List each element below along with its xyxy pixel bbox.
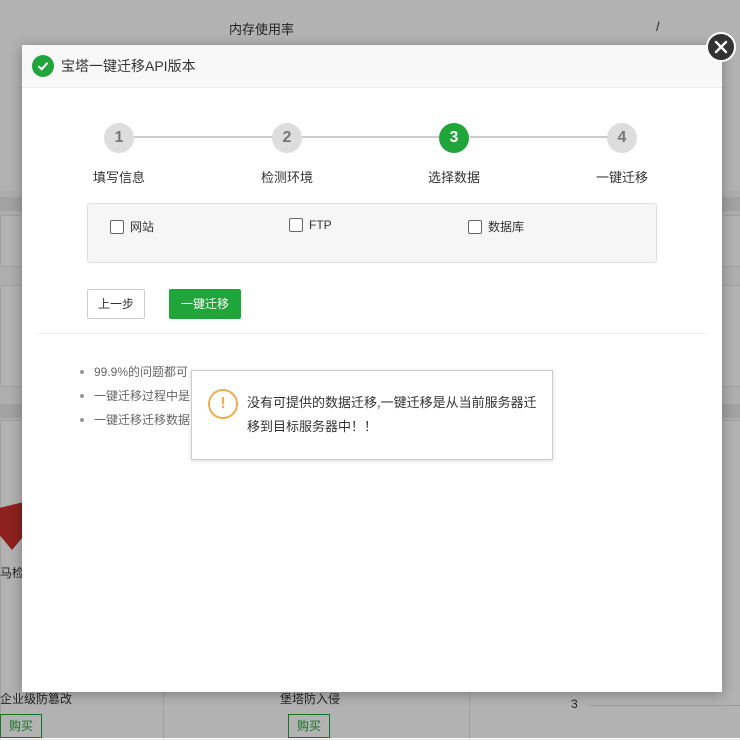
- step-2: 2 检测环境: [227, 123, 347, 186]
- alert-message: 没有可提供的数据迁移,一键迁移是从当前服务器迁移到目标服务器中！！: [247, 395, 537, 434]
- check-circle-icon: [32, 55, 54, 77]
- step-label: 检测环境: [260, 170, 313, 185]
- close-icon: [714, 40, 728, 54]
- option-label: 数据库: [488, 220, 525, 234]
- option-label: FTP: [309, 218, 332, 232]
- checkbox[interactable]: [289, 218, 303, 232]
- option-label: 网站: [130, 220, 155, 234]
- option-ftp[interactable]: FTP: [289, 218, 332, 232]
- previous-step-button[interactable]: 上一步: [87, 289, 145, 319]
- step-3: 3 选择数据: [394, 123, 514, 186]
- divider: [37, 333, 707, 334]
- stepper: 1 填写信息 2 检测环境 3 选择数据 4 一键迁移: [22, 123, 722, 186]
- notes-list: 99.9%的问题都可 一键迁移过程中是 一键迁移迁移数据: [80, 365, 190, 437]
- dialog-title: 宝塔一键迁移API版本: [61, 58, 196, 74]
- step-4: 4 一键迁移: [562, 123, 682, 186]
- step-number: 2: [272, 123, 302, 153]
- step-number: 4: [607, 123, 637, 153]
- one-click-migrate-button[interactable]: 一键迁移: [169, 289, 241, 319]
- data-options-panel: 网站 FTP 数据库: [87, 203, 657, 263]
- migration-dialog: 宝塔一键迁移API版本 1 填写信息 2 检测环境 3 选择数据 4 一键迁移 …: [22, 45, 722, 692]
- warning-alert: ! 没有可提供的数据迁移,一键迁移是从当前服务器迁移到目标服务器中！！: [191, 370, 553, 460]
- step-label: 选择数据: [427, 170, 480, 185]
- list-item: 99.9%的问题都可: [80, 365, 190, 379]
- checkbox[interactable]: [110, 219, 124, 234]
- list-item: 一键迁移迁移数据: [80, 413, 190, 427]
- step-label: 填写信息: [92, 170, 145, 185]
- option-website[interactable]: 网站: [110, 218, 154, 235]
- step-1: 1 填写信息: [59, 123, 179, 186]
- checkbox[interactable]: [468, 219, 482, 234]
- exclamation-icon: !: [208, 389, 238, 419]
- dialog-header: 宝塔一键迁移API版本: [22, 45, 722, 88]
- step-label: 一键迁移: [595, 170, 648, 185]
- close-dialog-button[interactable]: [706, 32, 736, 62]
- option-database[interactable]: 数据库: [468, 218, 524, 235]
- list-item: 一键迁移过程中是: [80, 389, 190, 403]
- step-number: 1: [104, 123, 134, 153]
- step-number: 3: [439, 123, 469, 153]
